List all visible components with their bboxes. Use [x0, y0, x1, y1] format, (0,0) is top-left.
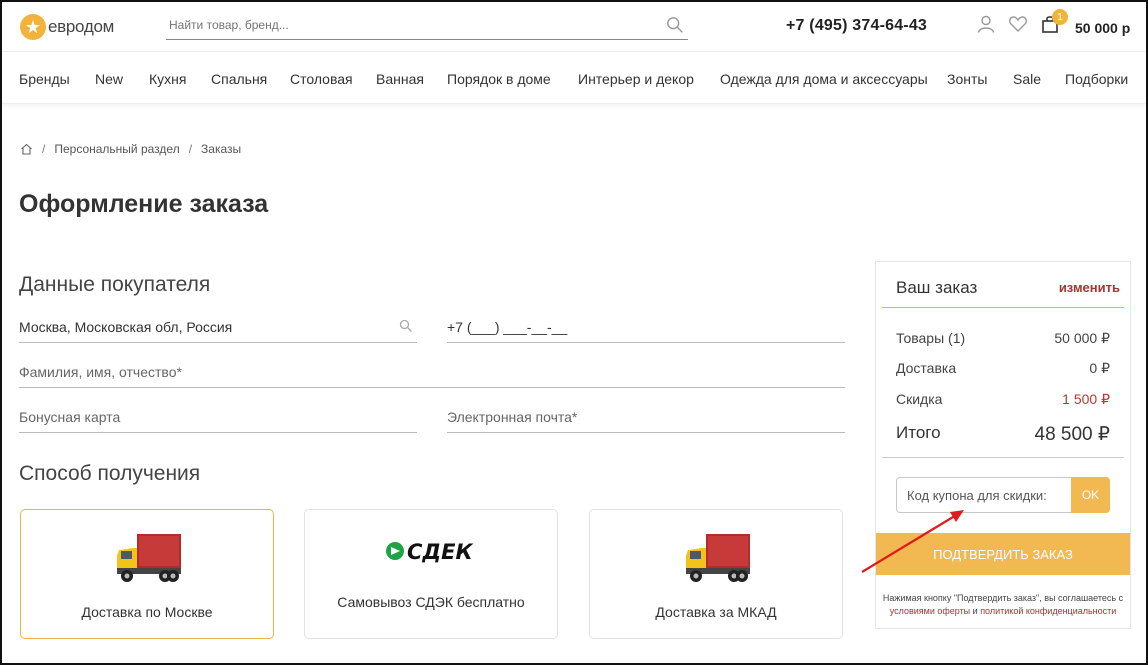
- delivery-option-outside-mkad[interactable]: Доставка за МКАД: [589, 509, 843, 639]
- cdek-logo-text: СДЕК: [407, 540, 473, 564]
- phone-field: [447, 311, 845, 343]
- email-field: [447, 401, 845, 433]
- total-value: 48 500 ₽: [1034, 424, 1110, 445]
- nav-item-interior[interactable]: Интерьер и декор: [578, 71, 694, 87]
- city-field: [19, 311, 417, 343]
- coupon-ok-button[interactable]: OK: [1071, 477, 1110, 513]
- delivery-option-cdek[interactable]: СДЕК Самовывоз СДЭК бесплатно: [304, 509, 558, 639]
- breadcrumb-separator: /: [42, 142, 46, 156]
- search-icon[interactable]: [399, 319, 413, 333]
- main-nav: Бренды New Кухня Спальня Столовая Ванная…: [2, 52, 1146, 104]
- agreement-note: Нажимая кнопку "Подтвердить заказ", вы с…: [880, 592, 1126, 618]
- goods-row: Товары (1) 50 000 ₽: [896, 330, 1110, 347]
- goods-value: 50 000 ₽: [1054, 330, 1110, 346]
- bonus-card-field: [19, 401, 417, 433]
- total-label: Итого: [896, 423, 941, 442]
- delivery-value: 0 ₽: [1089, 360, 1110, 376]
- fullname-input[interactable]: [19, 356, 845, 386]
- nav-item-umbrellas[interactable]: Зонты: [947, 71, 987, 87]
- nav-item-kitchen[interactable]: Кухня: [149, 71, 186, 87]
- cdek-logo: СДЕК: [386, 540, 473, 564]
- cart-total[interactable]: 50 000 р: [1075, 20, 1130, 36]
- privacy-policy-link[interactable]: политикой конфиденциальности: [980, 606, 1116, 616]
- fullname-field: [19, 356, 845, 388]
- offer-terms-link[interactable]: условиями оферты: [890, 606, 970, 616]
- delivery-section-title: Способ получения: [19, 462, 201, 485]
- breadcrumb-personal[interactable]: Персональный раздел: [54, 142, 179, 156]
- agreement-and: и: [970, 606, 981, 616]
- search-icon[interactable]: [666, 16, 684, 34]
- nav-item-home-clothes[interactable]: Одежда для дома и аксессуары: [720, 71, 928, 87]
- phone-number[interactable]: +7 (495) 374-64-43: [786, 17, 927, 35]
- email-input[interactable]: [447, 401, 845, 431]
- bonus-card-input[interactable]: [19, 401, 417, 431]
- search-bar: [166, 12, 688, 40]
- agreement-text: Нажимая кнопку "Подтвердить заказ", вы с…: [882, 593, 1124, 603]
- delivery-option-label: Доставка за МКАД: [655, 604, 777, 620]
- nav-item-dining[interactable]: Столовая: [290, 71, 353, 87]
- discount-value: 1 500 ₽: [1062, 391, 1110, 407]
- delivery-option-label: Самовывоз СДЭК бесплатно: [337, 594, 525, 610]
- cart-count-badge: 1: [1052, 9, 1068, 25]
- order-title: Ваш заказ: [896, 278, 978, 297]
- user-icon[interactable]: [976, 14, 996, 34]
- delivery-label: Доставка: [896, 360, 957, 376]
- star-icon: ★: [20, 14, 46, 40]
- breadcrumb: / Персональный раздел / Заказы: [20, 142, 241, 156]
- phone-input[interactable]: [447, 311, 845, 341]
- nav-item-bathroom[interactable]: Ванная: [376, 71, 424, 87]
- nav-item-sale[interactable]: Sale: [1013, 71, 1041, 87]
- logo-text: евродом: [48, 17, 114, 36]
- breadcrumb-separator: /: [188, 142, 193, 156]
- order-header: Ваш заказ изменить: [882, 262, 1124, 308]
- nav-item-bedroom[interactable]: Спальня: [211, 71, 267, 87]
- nav-item-order-home[interactable]: Порядок в доме: [447, 71, 551, 87]
- nav-item-new[interactable]: New: [95, 71, 123, 87]
- delivery-option-moscow[interactable]: Доставка по Москве: [20, 509, 274, 639]
- delivery-row: Доставка 0 ₽: [896, 360, 1110, 377]
- customer-section-title: Данные покупателя: [19, 273, 211, 296]
- site-header: ★ евродом +7 (495) 374-64-43 1 50 000 р: [2, 2, 1146, 52]
- breadcrumb-orders[interactable]: Заказы: [201, 142, 241, 156]
- discount-row: Скидка 1 500 ₽: [896, 391, 1110, 408]
- nav-item-brands[interactable]: Бренды: [19, 71, 70, 87]
- city-input[interactable]: [19, 311, 417, 341]
- logo[interactable]: ★ евродом: [20, 14, 114, 40]
- delivery-option-label: Доставка по Москве: [81, 604, 213, 620]
- goods-label: Товары (1): [896, 330, 966, 346]
- page-title: Оформление заказа: [19, 190, 269, 218]
- edit-order-link[interactable]: изменить: [1059, 280, 1120, 295]
- search-input[interactable]: [166, 12, 646, 38]
- total-row: Итого 48 500 ₽: [896, 423, 1110, 446]
- annotation-arrow: [861, 510, 964, 573]
- truck-icon: [117, 534, 181, 582]
- divider: [882, 457, 1124, 458]
- home-icon[interactable]: [20, 143, 33, 155]
- discount-label: Скидка: [896, 391, 943, 407]
- nav-item-collections[interactable]: Подборки: [1065, 71, 1128, 87]
- truck-icon: [686, 534, 750, 582]
- heart-icon[interactable]: [1008, 14, 1028, 34]
